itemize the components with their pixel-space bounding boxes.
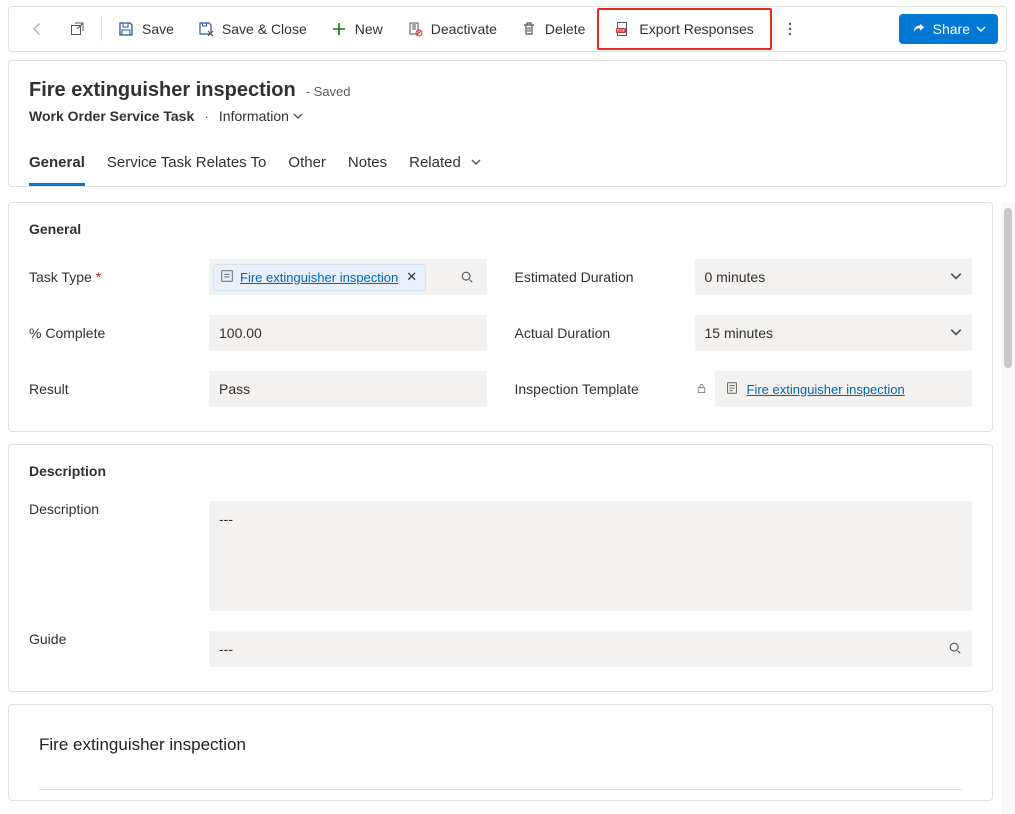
deactivate-label: Deactivate bbox=[431, 21, 497, 37]
section-description: Description Description --- Guide --- bbox=[8, 444, 993, 692]
popout-icon bbox=[69, 21, 85, 37]
save-close-icon bbox=[198, 21, 214, 37]
inspection-title: Fire extinguisher inspection bbox=[39, 735, 962, 755]
lookup-tag-task-type[interactable]: Fire extinguisher inspection ✕ bbox=[213, 264, 426, 291]
search-icon[interactable] bbox=[457, 267, 477, 287]
page-title: Fire extinguisher inspection bbox=[29, 79, 296, 102]
input-result[interactable]: Pass bbox=[209, 371, 487, 407]
scrollbar[interactable] bbox=[1001, 202, 1015, 814]
command-bar: Save Save & Close New Deactivate Delete … bbox=[8, 6, 1007, 52]
pdf-icon: PDF bbox=[615, 21, 631, 37]
share-label: Share bbox=[933, 21, 970, 37]
search-icon[interactable] bbox=[948, 641, 962, 658]
export-responses-button[interactable]: PDF Export Responses bbox=[603, 12, 765, 46]
tab-other[interactable]: Other bbox=[288, 144, 326, 186]
field-guide: Guide --- bbox=[29, 631, 972, 667]
divider bbox=[39, 789, 962, 790]
save-icon bbox=[118, 21, 134, 37]
back-button[interactable] bbox=[17, 12, 57, 46]
label-inspection-template: Inspection Template bbox=[515, 381, 683, 397]
field-result: Result Pass bbox=[29, 371, 487, 407]
field-estimated-duration: Estimated Duration 0 minutes bbox=[515, 259, 973, 295]
svg-text:PDF: PDF bbox=[617, 28, 626, 33]
chevron-down-icon bbox=[950, 269, 962, 285]
section-title-general: General bbox=[29, 221, 972, 237]
template-icon bbox=[725, 381, 739, 398]
lookup-link-task-type[interactable]: Fire extinguisher inspection bbox=[240, 270, 398, 285]
new-label: New bbox=[355, 21, 383, 37]
section-title-description: Description bbox=[29, 463, 972, 479]
chevron-down-icon bbox=[471, 154, 481, 171]
save-close-label: Save & Close bbox=[222, 21, 307, 37]
saved-state: - Saved bbox=[306, 84, 351, 99]
label-guide: Guide bbox=[29, 631, 197, 667]
label-estimated-duration: Estimated Duration bbox=[515, 269, 683, 285]
entity-name: Work Order Service Task bbox=[29, 108, 194, 124]
tab-relates-to[interactable]: Service Task Relates To bbox=[107, 144, 267, 186]
share-icon bbox=[911, 21, 927, 37]
input-guide[interactable]: --- bbox=[209, 631, 972, 667]
delete-label: Delete bbox=[545, 21, 585, 37]
label-task-type: Task Type* bbox=[29, 269, 197, 285]
input-actual-duration[interactable]: 15 minutes bbox=[695, 315, 973, 351]
tab-bar: General Service Task Relates To Other No… bbox=[29, 144, 986, 186]
tab-notes[interactable]: Notes bbox=[348, 144, 387, 186]
save-close-button[interactable]: Save & Close bbox=[186, 12, 319, 46]
overflow-button[interactable] bbox=[772, 12, 808, 46]
tab-general[interactable]: General bbox=[29, 144, 85, 186]
plus-icon bbox=[331, 21, 347, 37]
export-responses-highlight: PDF Export Responses bbox=[597, 8, 771, 50]
scrollbar-thumb[interactable] bbox=[1004, 208, 1012, 368]
field-inspection-template: Inspection Template Fire extinguisher in… bbox=[515, 371, 973, 407]
more-vertical-icon bbox=[782, 21, 798, 37]
field-actual-duration: Actual Duration 15 minutes bbox=[515, 315, 973, 351]
label-description: Description bbox=[29, 501, 197, 611]
chevron-down-icon bbox=[976, 21, 986, 37]
chevron-down-icon bbox=[950, 325, 962, 341]
inspection-embed: Fire extinguisher inspection bbox=[8, 704, 993, 801]
share-button[interactable]: Share bbox=[899, 14, 998, 44]
trash-icon bbox=[521, 21, 537, 37]
save-button[interactable]: Save bbox=[106, 12, 186, 46]
input-inspection-template[interactable]: Fire extinguisher inspection bbox=[715, 371, 973, 407]
field-task-type: Task Type* Fire extinguisher inspection … bbox=[29, 259, 487, 295]
lock-icon bbox=[695, 382, 709, 396]
label-percent-complete: % Complete bbox=[29, 325, 197, 341]
separator bbox=[101, 17, 102, 41]
tab-related[interactable]: Related bbox=[409, 144, 481, 186]
link-inspection-template[interactable]: Fire extinguisher inspection bbox=[747, 382, 905, 397]
deactivate-icon bbox=[407, 21, 423, 37]
input-estimated-duration[interactable]: 0 minutes bbox=[695, 259, 973, 295]
separator-dot: · bbox=[204, 108, 209, 124]
input-description[interactable]: --- bbox=[209, 501, 972, 611]
field-percent-complete: % Complete 100.00 bbox=[29, 315, 487, 351]
new-button[interactable]: New bbox=[319, 12, 395, 46]
input-task-type[interactable]: Fire extinguisher inspection ✕ bbox=[209, 259, 487, 295]
deactivate-button[interactable]: Deactivate bbox=[395, 12, 509, 46]
field-description: Description --- bbox=[29, 501, 972, 611]
delete-button[interactable]: Delete bbox=[509, 12, 597, 46]
clear-lookup-icon[interactable]: ✕ bbox=[404, 269, 419, 285]
arrow-left-icon bbox=[29, 21, 45, 37]
record-header: Fire extinguisher inspection - Saved Wor… bbox=[8, 60, 1007, 187]
section-general: General Task Type* Fire extinguisher ins… bbox=[8, 202, 993, 432]
input-percent-complete[interactable]: 100.00 bbox=[209, 315, 487, 351]
open-new-window-button[interactable] bbox=[57, 12, 97, 46]
save-label: Save bbox=[142, 21, 174, 37]
label-result: Result bbox=[29, 381, 197, 397]
export-responses-label: Export Responses bbox=[639, 21, 753, 37]
entity-icon bbox=[220, 269, 234, 286]
form-scroll-area: General Task Type* Fire extinguisher ins… bbox=[0, 202, 1001, 814]
label-actual-duration: Actual Duration bbox=[515, 325, 683, 341]
form-view-selector[interactable]: Information bbox=[219, 108, 303, 124]
